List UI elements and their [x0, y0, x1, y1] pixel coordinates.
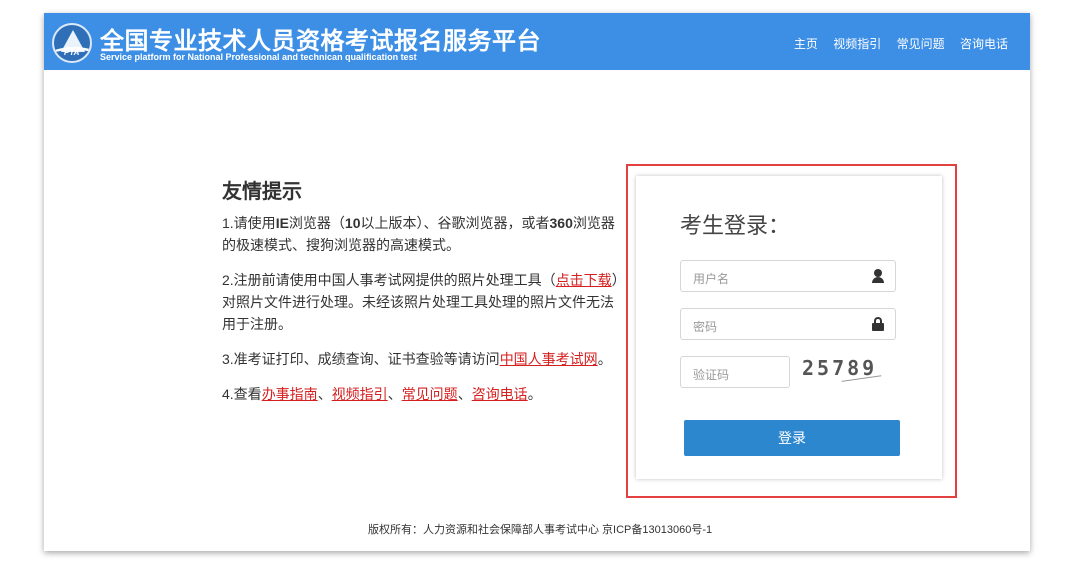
- nav-video-guide[interactable]: 视频指引: [833, 37, 881, 51]
- header-bar: PTA 全国专业技术人员资格考试报名服务平台 Service platform …: [44, 13, 1030, 70]
- tip-2: 2.注册前请使用中国人事考试网提供的照片处理工具（点击下载）对照片文件进行处理。…: [222, 272, 619, 332]
- tips-title: 友情提示: [222, 181, 302, 203]
- tips-panel: 友情提示 1.请使用IE浏览器（10以上版本）、谷歌浏览器，或者360浏览器的极…: [222, 175, 622, 418]
- login-card: 考生登录： 用户名 密码 验证码 25789 登录: [636, 176, 942, 479]
- captcha-field[interactable]: 验证码: [680, 356, 790, 388]
- tip-1: 1.请使用IE浏览器（10以上版本）、谷歌浏览器，或者360浏览器的极速模式、搜…: [222, 215, 615, 253]
- username-field[interactable]: 用户名: [680, 260, 896, 292]
- site-title: 全国专业技术人员资格考试报名服务平台: [100, 28, 541, 55]
- faq-link[interactable]: 常见问题: [402, 386, 458, 402]
- login-button[interactable]: 登录: [684, 420, 900, 456]
- login-title: 考生登录：: [680, 213, 791, 238]
- captcha-placeholder: 验证码: [693, 368, 730, 382]
- password-placeholder: 密码: [693, 320, 718, 334]
- tip-3: 3.准考证打印、成绩查询、证书查验等请访问中国人事考试网。: [222, 351, 612, 367]
- nav-hotline[interactable]: 咨询电话: [960, 37, 1008, 51]
- captcha-image[interactable]: 25789: [802, 356, 892, 390]
- top-nav: 主页 视频指引 常见问题 咨询电话: [782, 35, 1008, 52]
- tip-4: 4.查看办事指南、视频指引、常见问题、咨询电话。: [222, 386, 542, 402]
- user-icon: [871, 269, 885, 283]
- video-link[interactable]: 视频指引: [332, 386, 388, 402]
- username-placeholder: 用户名: [693, 272, 730, 286]
- hotline-link[interactable]: 咨询电话: [472, 386, 528, 402]
- footer-copyright: 版权所有：人力资源和社会保障部人事考试中心 京ICP备13013060号-1: [368, 524, 713, 536]
- password-field[interactable]: 密码: [680, 308, 896, 340]
- logo-text: PTA: [64, 48, 80, 57]
- cpta-link[interactable]: 中国人事考试网: [500, 351, 598, 367]
- nav-faq[interactable]: 常见问题: [897, 37, 945, 51]
- pta-logo: PTA: [52, 23, 92, 63]
- guide-link[interactable]: 办事指南: [262, 386, 318, 402]
- nav-home[interactable]: 主页: [794, 37, 818, 51]
- site-subtitle: Service platform for National Profession…: [100, 52, 417, 62]
- page-frame: PTA 全国专业技术人员资格考试报名服务平台 Service platform …: [44, 13, 1030, 551]
- lock-icon: [871, 317, 885, 331]
- download-link[interactable]: 点击下载: [556, 272, 612, 288]
